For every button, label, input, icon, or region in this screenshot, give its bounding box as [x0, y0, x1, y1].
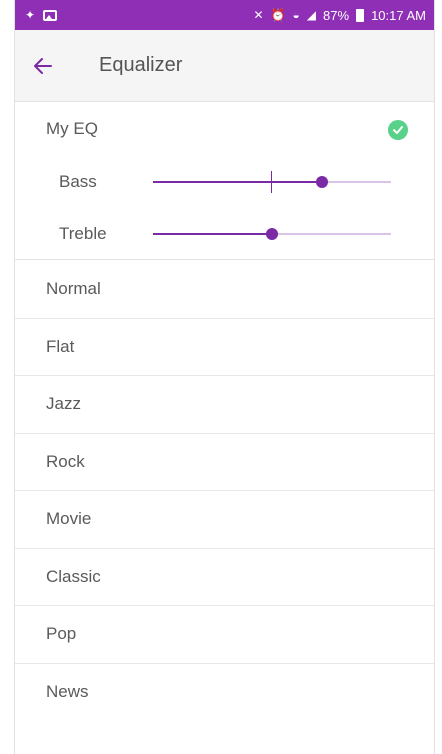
signal-icon: ◢ — [306, 8, 317, 22]
preset-normal[interactable]: Normal — [15, 261, 434, 319]
status-bar-notifications: ✦ — [15, 8, 58, 22]
preset-list: Normal Flat Jazz Rock Movie Classic Pop … — [15, 261, 434, 721]
status-bar-system: ✕ ⏰ ◒ ◢ 87% 10:17 AM — [254, 8, 434, 23]
preset-pop[interactable]: Pop — [15, 606, 434, 664]
bass-slider-center-mark — [271, 171, 272, 193]
preset-rock[interactable]: Rock — [15, 434, 434, 491]
back-button[interactable] — [15, 30, 71, 102]
bass-slider[interactable] — [153, 171, 391, 193]
app-frame: ✦ ✕ ⏰ ◒ ◢ 87% 10:17 AM Equalizer My EQ B… — [14, 0, 435, 754]
preset-jazz[interactable]: Jazz — [15, 376, 434, 434]
page-title: Equalizer — [99, 54, 183, 76]
mute-icon: ✕ — [253, 8, 264, 22]
gallery-notification-icon — [43, 9, 58, 21]
notification-icon: ✦ — [25, 8, 36, 22]
status-bar: ✦ ✕ ⏰ ◒ ◢ 87% 10:17 AM — [15, 0, 434, 30]
arrow-left-icon — [34, 57, 52, 74]
check-circle-icon — [388, 120, 408, 140]
bass-slider-fill — [153, 181, 322, 183]
bass-label: Bass — [59, 172, 97, 191]
app-bar: Equalizer — [15, 30, 434, 102]
treble-slider-thumb[interactable] — [266, 228, 278, 240]
battery-icon — [356, 8, 365, 22]
preset-news[interactable]: News — [15, 664, 434, 722]
preset-classic[interactable]: Classic — [15, 549, 434, 606]
preset-movie[interactable]: Movie — [15, 491, 434, 549]
treble-slider[interactable] — [153, 228, 391, 240]
bass-slider-thumb[interactable] — [315, 176, 328, 188]
battery-percent: 87% — [323, 7, 350, 23]
wifi-icon: ◒ — [292, 8, 300, 22]
treble-slider-row: Treble — [15, 216, 434, 252]
preset-flat[interactable]: Flat — [15, 319, 434, 376]
alarm-icon: ⏰ — [270, 8, 286, 22]
my-eq-preset[interactable]: My EQ Bass Treble — [15, 102, 434, 260]
status-time: 10:17 AM — [371, 7, 426, 23]
treble-label: Treble — [59, 224, 107, 243]
treble-slider-fill — [153, 233, 272, 235]
bass-slider-row: Bass — [15, 164, 434, 200]
my-eq-title: My EQ — [46, 119, 98, 138]
